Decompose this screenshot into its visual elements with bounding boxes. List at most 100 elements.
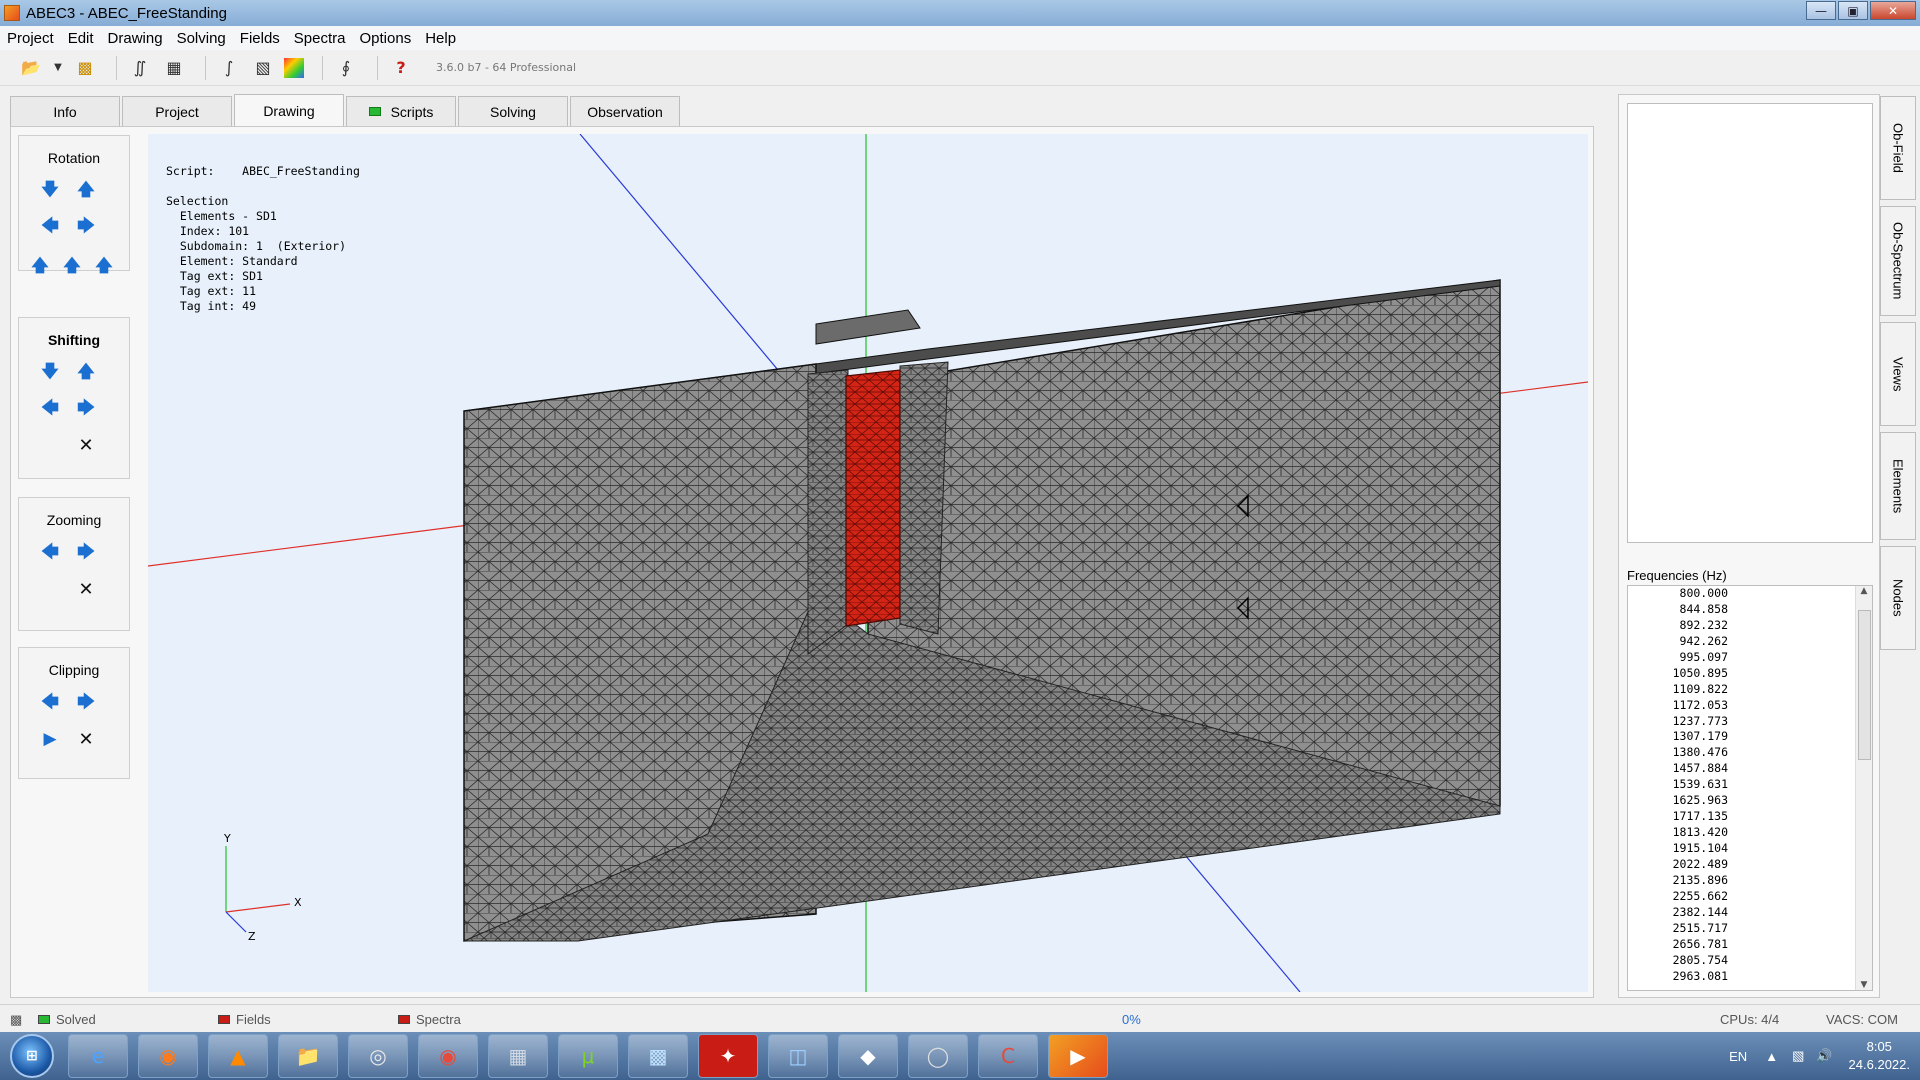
integral-solve-icon[interactable]: ∬ <box>127 55 153 81</box>
frequency-item[interactable]: 1717.135 <box>1628 809 1728 825</box>
zoom-out-icon[interactable]: 🡄 <box>41 542 59 562</box>
clip-reset-icon[interactable]: ✕ <box>77 729 95 750</box>
scroll-down-icon[interactable]: ▼ <box>1856 980 1872 990</box>
color-field-icon[interactable] <box>284 57 304 78</box>
foobar-icon[interactable]: ◆ <box>838 1034 898 1078</box>
frequency-item[interactable]: 2255.662 <box>1628 889 1728 905</box>
rotate-y-icon[interactable]: 🡅 <box>63 256 81 276</box>
vlc-icon[interactable]: ▲ <box>208 1034 268 1078</box>
integral-fields-icon[interactable]: ∫ <box>216 55 242 81</box>
tab-solving[interactable]: Solving <box>458 96 568 126</box>
frequency-item[interactable]: 2515.717 <box>1628 921 1728 937</box>
shift-reset-icon[interactable]: ✕ <box>77 435 95 456</box>
frequency-item[interactable]: 2656.781 <box>1628 937 1728 953</box>
rotate-right-icon[interactable]: 🡆 <box>77 216 95 236</box>
clip-left-icon[interactable]: 🡄 <box>41 692 59 712</box>
sidetab-ob-field[interactable]: Ob-Field <box>1880 96 1916 200</box>
frequency-item[interactable]: 1050.895 <box>1628 666 1728 682</box>
frequency-item[interactable]: 800.000 <box>1628 586 1728 602</box>
utorrent-icon[interactable]: μ <box>558 1034 618 1078</box>
help-icon[interactable]: ? <box>388 55 414 81</box>
sidetab-views[interactable]: Views <box>1880 322 1916 426</box>
open-folder-icon[interactable]: 📂 <box>18 55 44 81</box>
ob-field-view[interactable] <box>1627 103 1873 543</box>
shift-down-icon[interactable]: 🡇 <box>41 362 59 382</box>
zoom-in-icon[interactable]: 🡆 <box>77 542 95 562</box>
scroll-up-icon[interactable]: ▲ <box>1856 586 1872 596</box>
frequency-scrollbar[interactable]: ▲ ▼ <box>1855 586 1872 990</box>
3d-viewport[interactable]: Y X Z Script: ABEC_FreeStanding Selectio… <box>148 134 1588 992</box>
paint-icon[interactable]: ◎ <box>348 1034 408 1078</box>
volume-icon[interactable]: 🔊 <box>1816 1048 1832 1064</box>
tab-drawing[interactable]: Drawing <box>234 94 344 126</box>
abec-icon[interactable]: ▶ <box>1048 1034 1108 1078</box>
frequency-item[interactable]: 1109.822 <box>1628 682 1728 698</box>
save-icon[interactable]: ▩ <box>72 55 98 81</box>
frequency-item[interactable]: 844.858 <box>1628 602 1728 618</box>
language-indicator[interactable]: EN <box>1729 1049 1747 1064</box>
maximize-button[interactable]: ▣ <box>1838 1 1868 20</box>
tab-observation[interactable]: Observation <box>570 96 680 126</box>
ie-icon[interactable]: e <box>68 1034 128 1078</box>
frequency-item[interactable]: 1457.884 <box>1628 761 1728 777</box>
chrome-icon[interactable]: ◉ <box>418 1034 478 1078</box>
frequency-item[interactable]: 1380.476 <box>1628 745 1728 761</box>
frequency-item[interactable]: 1625.963 <box>1628 793 1728 809</box>
ccleaner-icon[interactable]: C <box>978 1034 1038 1078</box>
frequency-item[interactable]: 1172.053 <box>1628 698 1728 714</box>
clip-right-icon[interactable]: 🡆 <box>77 692 95 712</box>
frequency-item[interactable]: 2022.489 <box>1628 857 1728 873</box>
grid-mesh-icon[interactable]: ▧ <box>250 55 276 81</box>
notes-icon[interactable]: ▩ <box>628 1034 688 1078</box>
zoom-reset-icon[interactable]: ✕ <box>77 579 95 600</box>
frequency-item[interactable]: 995.097 <box>1628 650 1728 666</box>
clock[interactable]: 8:05 24.6.2022. <box>1849 1038 1910 1074</box>
start-button[interactable]: ⊞ <box>10 1034 54 1078</box>
sidetab-nodes[interactable]: Nodes <box>1880 546 1916 650</box>
sidetab-ob-spectrum[interactable]: Ob-Spectrum <box>1880 206 1916 316</box>
menu-drawing[interactable]: Drawing <box>101 30 170 47</box>
spectra-icon[interactable]: ∮ <box>333 55 359 81</box>
speaker-app-icon[interactable]: ◯ <box>908 1034 968 1078</box>
tab-info[interactable]: Info <box>10 96 120 126</box>
tab-scripts[interactable]: Scripts <box>346 96 456 126</box>
rotate-left-icon[interactable]: 🡄 <box>41 216 59 236</box>
dropdown-arrow-icon[interactable]: ▼ <box>52 55 64 81</box>
tab-project[interactable]: Project <box>122 96 232 126</box>
menu-help[interactable]: Help <box>418 30 463 47</box>
menu-edit[interactable]: Edit <box>61 30 101 47</box>
menu-fields[interactable]: Fields <box>233 30 287 47</box>
frequency-item[interactable]: 1813.420 <box>1628 825 1728 841</box>
firefox-icon[interactable]: ◉ <box>138 1034 198 1078</box>
rotate-z-icon[interactable]: 🡅 <box>31 256 49 276</box>
frequency-item[interactable]: 1915.104 <box>1628 841 1728 857</box>
frequency-item[interactable]: 892.232 <box>1628 618 1728 634</box>
menu-options[interactable]: Options <box>353 30 419 47</box>
menu-spectra[interactable]: Spectra <box>287 30 353 47</box>
frequency-item[interactable]: 1307.179 <box>1628 729 1728 745</box>
scroll-thumb[interactable] <box>1858 610 1871 760</box>
rotate-down-icon[interactable]: 🡇 <box>41 180 59 200</box>
shift-up-icon[interactable]: 🡅 <box>77 362 95 382</box>
shift-left-icon[interactable]: 🡄 <box>41 398 59 418</box>
frequency-item[interactable]: 2963.081 <box>1628 969 1728 985</box>
explorer-icon[interactable]: 📁 <box>278 1034 338 1078</box>
frequency-item[interactable]: 1539.631 <box>1628 777 1728 793</box>
control-panel-icon[interactable]: ◫ <box>768 1034 828 1078</box>
shift-right-icon[interactable]: 🡆 <box>77 398 95 418</box>
frequency-list[interactable]: 800.000 844.858 892.232 942.262 995.097 1050.… <box>1627 585 1873 991</box>
menu-project[interactable]: Project <box>0 30 61 47</box>
frequency-item[interactable]: 2135.896 <box>1628 873 1728 889</box>
sidetab-elements[interactable]: Elements <box>1880 432 1916 540</box>
mesh-icon[interactable]: ▦ <box>161 55 187 81</box>
rotate-x-icon[interactable]: 🡅 <box>95 256 113 276</box>
frequency-item[interactable]: 2805.754 <box>1628 953 1728 969</box>
frequency-item[interactable]: 2382.144 <box>1628 905 1728 921</box>
network-icon[interactable]: ▧ <box>1792 1048 1804 1064</box>
close-button[interactable]: ✕ <box>1870 1 1916 20</box>
tray-expand-icon[interactable]: ▲ <box>1765 1049 1778 1064</box>
acrobat-icon[interactable]: ✦ <box>698 1034 758 1078</box>
frequency-item[interactable]: 942.262 <box>1628 634 1728 650</box>
minimize-button[interactable]: — <box>1806 1 1836 20</box>
calculator-icon[interactable]: ▦ <box>488 1034 548 1078</box>
